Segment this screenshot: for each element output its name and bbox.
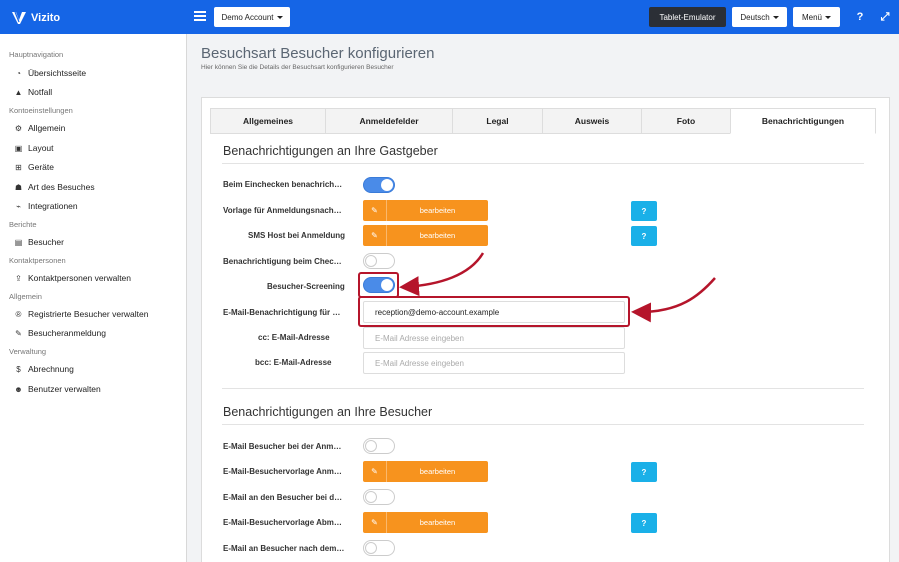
arrow-to-email-icon — [631, 277, 716, 323]
arrow-to-screening-icon — [399, 252, 485, 297]
annotation-arrows — [399, 252, 716, 323]
